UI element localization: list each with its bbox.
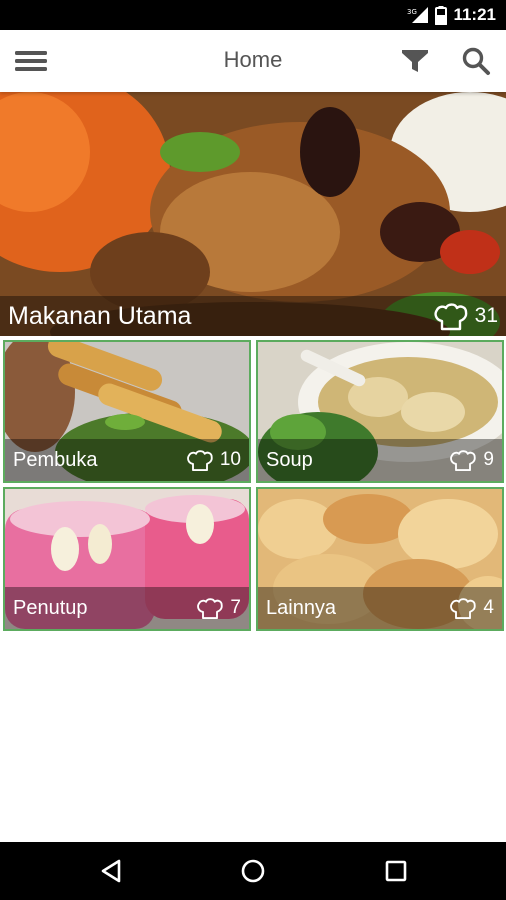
home-button[interactable] bbox=[238, 856, 268, 886]
recipe-count: 4 bbox=[449, 596, 494, 620]
category-caption: Pembuka 10 bbox=[5, 439, 249, 481]
back-icon bbox=[101, 859, 121, 883]
category-tile-penutup[interactable]: Penutup 7 bbox=[3, 487, 251, 631]
category-name: Lainnya bbox=[266, 596, 337, 619]
recipe-count: 10 bbox=[186, 448, 241, 472]
category-tile-makanan-utama[interactable]: Makanan Utama 31 bbox=[0, 92, 506, 336]
signal-icon: 3G bbox=[407, 7, 429, 23]
recipe-count: 9 bbox=[449, 448, 494, 472]
category-name: Soup bbox=[266, 448, 313, 471]
category-caption: Penutup 7 bbox=[5, 587, 249, 629]
network-type-label: 3G bbox=[407, 8, 417, 16]
category-name: Makanan Utama bbox=[8, 301, 192, 330]
recipe-count-value: 31 bbox=[474, 304, 498, 327]
page-title: Home bbox=[223, 47, 283, 72]
recipe-count-value: 4 bbox=[483, 597, 494, 618]
chef-hat-icon bbox=[434, 303, 467, 331]
home-icon bbox=[241, 859, 265, 883]
filter-button[interactable] bbox=[400, 46, 430, 76]
recipe-count: 7 bbox=[196, 596, 241, 620]
system-nav-bar bbox=[0, 842, 506, 900]
chef-hat-icon bbox=[450, 450, 477, 472]
recipe-count-value: 9 bbox=[483, 449, 494, 470]
category-caption: Soup 9 bbox=[258, 439, 502, 481]
search-icon bbox=[462, 47, 490, 75]
category-caption: Makanan Utama 31 bbox=[0, 296, 506, 336]
category-tile-pembuka[interactable]: Pembuka 10 bbox=[3, 340, 251, 483]
category-tile-lainnya[interactable]: Lainnya 4 bbox=[256, 487, 504, 631]
chef-hat-icon bbox=[187, 450, 213, 472]
status-clock: 11:21 bbox=[453, 5, 496, 24]
chef-hat-icon bbox=[197, 598, 224, 620]
app-bar: Home bbox=[0, 30, 506, 92]
recipe-count-value: 10 bbox=[219, 449, 241, 470]
recents-icon bbox=[385, 860, 407, 882]
category-name: Pembuka bbox=[13, 448, 98, 471]
category-tile-soup[interactable]: Soup 9 bbox=[256, 340, 504, 483]
recipe-count-value: 7 bbox=[230, 597, 241, 618]
recipe-count: 31 bbox=[433, 301, 498, 331]
chef-hat-icon bbox=[450, 598, 477, 620]
status-bar: 3G 11:21 bbox=[0, 0, 506, 30]
filter-icon bbox=[402, 50, 428, 72]
back-button[interactable] bbox=[97, 856, 127, 886]
category-caption: Lainnya 4 bbox=[258, 587, 502, 629]
category-name: Penutup bbox=[13, 596, 88, 619]
battery-icon bbox=[435, 5, 448, 25]
recents-button[interactable] bbox=[381, 856, 411, 886]
search-button[interactable] bbox=[461, 46, 491, 76]
